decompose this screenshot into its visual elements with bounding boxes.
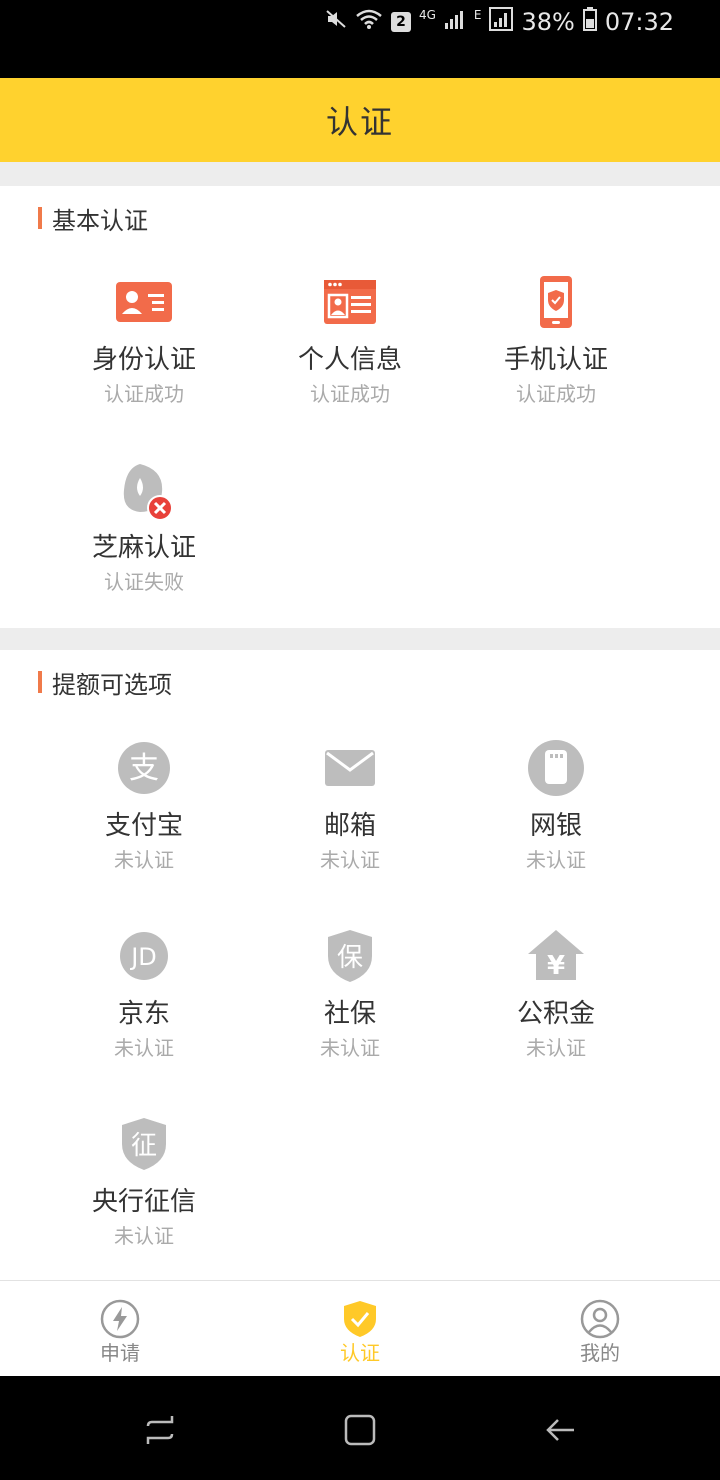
user-icon <box>580 1299 620 1339</box>
section-title-text: 基本认证 <box>52 206 148 235</box>
section-title: 提额可选项 <box>38 670 172 699</box>
signal-box-icon <box>489 7 514 37</box>
housing-fund-glyph: ¥ <box>547 951 565 981</box>
nav-tab-mine[interactable]: 我的 <box>540 1281 660 1377</box>
nav-tab-apply[interactable]: 申请 <box>60 1281 180 1377</box>
option-item-mail[interactable]: 邮箱 未认证 <box>247 736 453 874</box>
mail-icon <box>318 736 382 800</box>
auth-item-status: 认证失败 <box>104 570 184 594</box>
nav-tab-label: 我的 <box>580 1341 620 1365</box>
housing-fund-icon: ¥ <box>524 924 588 988</box>
auth-item-status: 认证成功 <box>310 382 390 406</box>
wifi-icon <box>355 8 383 36</box>
jd-glyph: JD <box>129 943 157 971</box>
nav-tab-auth[interactable]: 认证 <box>300 1281 420 1377</box>
option-item-credit-report[interactable]: 征 央行征信 未认证 <box>41 1112 247 1250</box>
basic-auth-section: 基本认证 身份认证 认证成功 个人信息 认证成功 手机认证 认证成功 芝麻认证 … <box>0 186 720 628</box>
option-item-status: 未认证 <box>114 1036 174 1060</box>
lightning-icon <box>100 1299 140 1339</box>
auth-item-status: 认证成功 <box>516 382 596 406</box>
option-item-status: 未认证 <box>114 848 174 872</box>
option-item-name: 网银 <box>529 811 582 841</box>
alipay-glyph: 支 <box>129 751 159 786</box>
shield-check-icon <box>340 1299 380 1339</box>
option-item-housing-fund[interactable]: ¥ 公积金 未认证 <box>453 924 659 1062</box>
clock: 07:32 <box>604 8 674 36</box>
personal-info-icon <box>318 270 382 334</box>
option-item-social-security[interactable]: 保 社保 未认证 <box>247 924 453 1062</box>
bank-card-icon <box>524 736 588 800</box>
credit-report-icon: 征 <box>112 1112 176 1176</box>
main-content: 基本认证 身份认证 认证成功 个人信息 认证成功 手机认证 认证成功 芝麻认证 … <box>0 162 720 1280</box>
auth-item-id[interactable]: 身份认证 认证成功 <box>41 270 247 408</box>
recents-button[interactable] <box>142 1412 178 1448</box>
signal-icon <box>444 8 466 36</box>
option-item-name: 社保 <box>323 999 376 1029</box>
option-item-status: 未认证 <box>526 848 586 872</box>
auth-item-name: 个人信息 <box>297 345 402 375</box>
section-title-text: 提额可选项 <box>52 670 172 699</box>
option-item-name: 京东 <box>117 999 170 1029</box>
alipay-icon: 支 <box>112 736 176 800</box>
bottom-nav: 申请 认证 我的 <box>0 1280 720 1376</box>
recents-icon <box>146 1416 174 1444</box>
home-button[interactable] <box>342 1412 378 1448</box>
auth-item-personal-info[interactable]: 个人信息 认证成功 <box>247 270 453 408</box>
nav-tab-label: 申请 <box>100 1341 140 1365</box>
option-item-name: 央行征信 <box>91 1187 196 1217</box>
credit-report-glyph: 征 <box>131 1131 157 1161</box>
sesame-icon <box>112 458 176 522</box>
status-bar: 2 4G E 38% 07:32 <box>0 0 720 78</box>
system-nav-bar <box>0 1376 720 1480</box>
mute-icon <box>325 8 347 36</box>
auth-item-name: 身份认证 <box>91 345 196 375</box>
auth-item-sesame[interactable]: 芝麻认证 认证失败 <box>41 458 247 596</box>
option-item-status: 未认证 <box>114 1224 174 1248</box>
battery-icon <box>582 7 597 37</box>
option-item-alipay[interactable]: 支 支付宝 未认证 <box>41 736 247 874</box>
section-title: 基本认证 <box>38 206 148 235</box>
sim-badge: 2 <box>390 12 411 32</box>
social-security-icon: 保 <box>318 924 382 988</box>
network-e-label: E <box>473 8 482 22</box>
home-icon <box>344 1414 376 1446</box>
page-title: 认证 <box>325 103 394 141</box>
option-item-name: 邮箱 <box>323 811 376 841</box>
section-marker <box>38 671 42 693</box>
auth-item-status: 认证成功 <box>104 382 184 406</box>
nav-tab-label: 认证 <box>340 1341 380 1365</box>
battery-percent: 38% <box>521 8 575 36</box>
auth-item-phone[interactable]: 手机认证 认证成功 <box>453 270 659 408</box>
back-arrow-icon <box>546 1419 574 1441</box>
option-item-netbank[interactable]: 网银 未认证 <box>453 736 659 874</box>
id-card-icon <box>112 270 176 334</box>
app-header: 认证 <box>0 78 720 162</box>
jd-icon: JD <box>112 924 176 988</box>
option-item-status: 未认证 <box>320 1036 380 1060</box>
auth-item-name: 手机认证 <box>503 345 608 375</box>
auth-item-name: 芝麻认证 <box>91 533 196 563</box>
option-item-name: 公积金 <box>516 999 595 1029</box>
section-marker <box>38 207 42 229</box>
social-security-glyph: 保 <box>337 943 363 973</box>
network-4g-label: 4G <box>418 8 436 22</box>
phone-shield-icon <box>524 270 588 334</box>
back-button[interactable] <box>542 1412 578 1448</box>
option-item-jd[interactable]: JD 京东 未认证 <box>41 924 247 1062</box>
option-item-status: 未认证 <box>526 1036 586 1060</box>
option-item-status: 未认证 <box>320 848 380 872</box>
option-item-name: 支付宝 <box>104 811 183 841</box>
optional-auth-section: 提额可选项 支 支付宝 未认证 邮箱 未认证 网银 未认证 JD 京东 未认证 … <box>0 650 720 1280</box>
